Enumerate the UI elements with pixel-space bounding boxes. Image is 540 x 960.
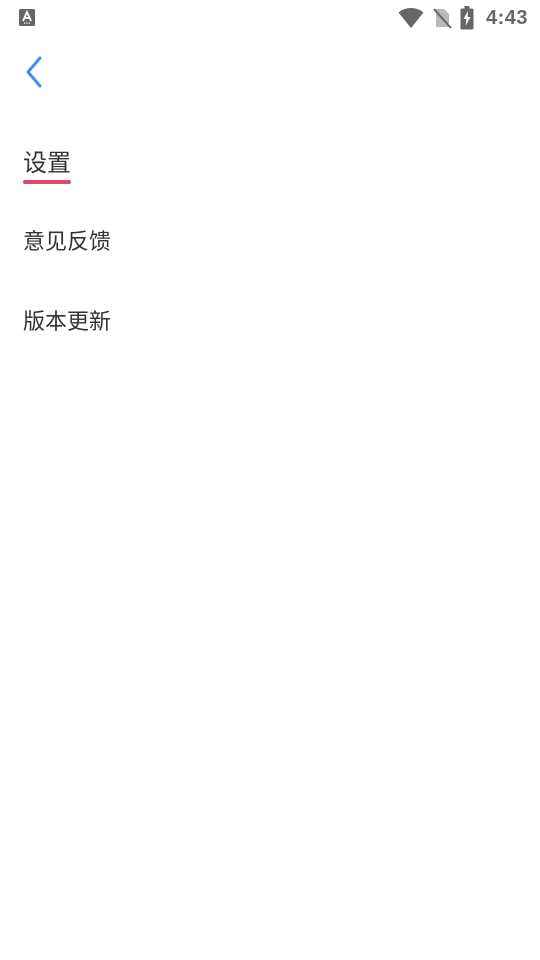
page-title: 设置	[23, 149, 71, 177]
menu-item-label: 版本更新	[23, 310, 112, 335]
menu-item-label: 意见反馈	[23, 230, 112, 255]
wifi-icon	[398, 7, 424, 29]
battery-charging-icon	[460, 6, 474, 30]
back-button[interactable]	[14, 52, 54, 96]
menu-item-feedback[interactable]: 意见反馈	[0, 200, 540, 280]
page-title-block: 设置	[23, 146, 71, 184]
status-icons: 4:43	[398, 5, 528, 31]
settings-menu: 意见反馈 版本更新	[0, 200, 540, 360]
no-sim-icon	[432, 7, 452, 29]
title-underline	[23, 180, 71, 184]
a-notification-icon	[19, 9, 35, 26]
chevron-left-icon	[23, 54, 45, 94]
status-bar: 4:43	[0, 0, 540, 36]
menu-item-version-update[interactable]: 版本更新	[0, 280, 540, 360]
status-time: 4:43	[485, 6, 528, 29]
